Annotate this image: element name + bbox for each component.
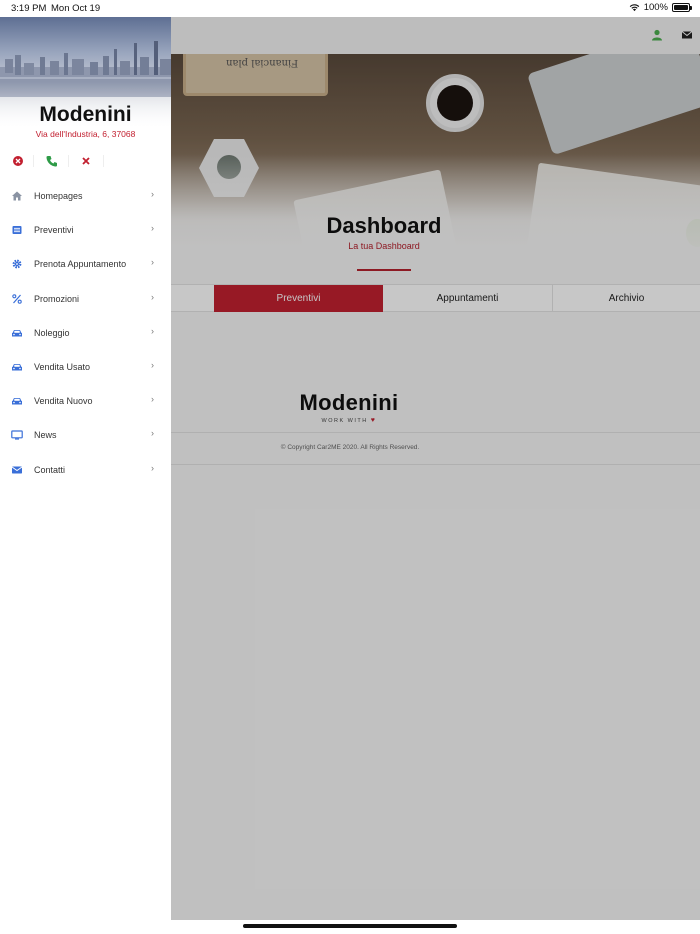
sidebar-item-news[interactable]: News ›	[0, 418, 171, 452]
sidebar-item-homepages[interactable]: Homepages ›	[0, 179, 171, 213]
chevron-right-icon: ›	[151, 257, 154, 268]
chevron-right-icon: ›	[151, 359, 154, 370]
sidebar-item-label: Promozioni	[34, 293, 80, 304]
car-icon	[12, 329, 22, 337]
status-date: Mon Oct 19	[51, 3, 101, 14]
quick-actions	[0, 154, 171, 168]
battery-fill	[674, 5, 688, 10]
sidebar-item-label: News	[34, 430, 57, 441]
chevron-right-icon: ›	[151, 394, 154, 405]
sidebar-item-preventivi[interactable]: Preventivi ›	[0, 213, 171, 247]
drawer-menu: Homepages › Preventivi › Prenota Appunta…	[0, 179, 171, 487]
map-marker-icon[interactable]	[11, 154, 25, 168]
sidebar-item-label: Preventivi	[34, 225, 74, 236]
percent-icon	[12, 293, 22, 304]
drawer-brand: Modenini	[39, 103, 132, 126]
status-bar: 3:19 PM Mon Oct 19 100%	[0, 0, 700, 17]
drawer-address: Via dell'Industria, 6, 37068	[35, 129, 136, 139]
sidebar-item-label: Homepages	[34, 191, 83, 201]
sidebar-item-vendita-usato[interactable]: Vendita Usato ›	[0, 350, 171, 384]
chevron-right-icon: ›	[151, 291, 154, 302]
sidebar-item-label: Vendita Usato	[34, 361, 91, 372]
monitor-icon	[11, 430, 23, 440]
sidebar-item-label: Noleggio	[34, 327, 70, 338]
sidebar-item-noleggio[interactable]: Noleggio ›	[0, 316, 171, 350]
home-icon	[12, 191, 22, 201]
car-icon	[12, 398, 22, 405]
sidebar-item-label: Prenota Appuntamento	[34, 259, 127, 270]
side-drawer: Modenini Via dell'Industria, 6, 37068 Ho…	[0, 17, 171, 920]
wifi-icon	[629, 4, 639, 12]
envelope-icon	[11, 466, 23, 473]
battery-icon	[672, 3, 692, 12]
phone-icon[interactable]	[45, 154, 59, 168]
sidebar-item-label: Vendita Nuovo	[34, 396, 93, 407]
chevron-right-icon: ›	[151, 428, 154, 439]
sidebar-item-promozioni[interactable]: Promozioni ›	[0, 282, 171, 316]
sidebar-item-contatti[interactable]: Contatti ›	[0, 453, 171, 487]
close-icon[interactable]	[79, 154, 93, 168]
chevron-right-icon: ›	[151, 223, 154, 234]
chevron-right-icon: ›	[151, 325, 154, 336]
battery-percentage: 100%	[643, 2, 668, 13]
chevron-right-icon: ›	[151, 189, 154, 199]
sidebar-item-prenota-appuntamento[interactable]: Prenota Appuntamento ›	[0, 247, 171, 281]
chevron-right-icon: ›	[151, 462, 154, 473]
list-icon	[12, 226, 22, 235]
home-indicator[interactable]	[243, 924, 457, 928]
sidebar-item-label: Contatti	[34, 464, 66, 475]
gear-icon	[12, 259, 22, 269]
status-time: 3:19 PM	[11, 3, 47, 14]
sidebar-item-vendita-nuovo[interactable]: Vendita Nuovo ›	[0, 384, 171, 418]
drawer-scrim[interactable]	[171, 17, 700, 920]
status-right: 100%	[629, 2, 692, 13]
car-icon	[12, 363, 22, 371]
